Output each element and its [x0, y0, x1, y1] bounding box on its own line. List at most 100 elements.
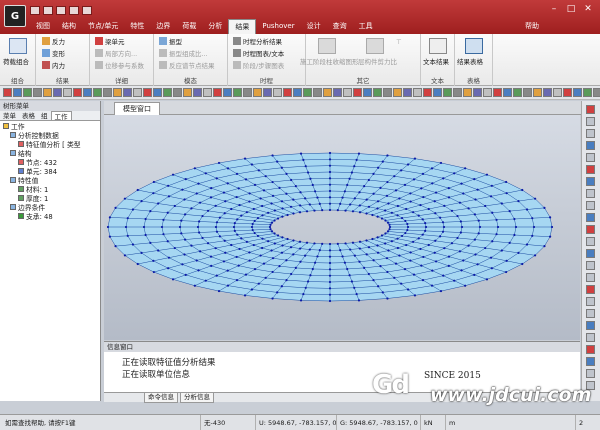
mesh-node[interactable] [462, 259, 465, 262]
mesh-node[interactable] [550, 225, 554, 229]
tab-5[interactable]: 荷载 [176, 19, 202, 34]
mesh-node[interactable] [308, 203, 311, 206]
mesh-node[interactable] [513, 233, 516, 237]
tab-work[interactable]: 工作 [50, 111, 72, 121]
mesh-node[interactable] [505, 180, 508, 184]
mesh-node[interactable] [305, 210, 309, 213]
mesh-node[interactable] [261, 246, 264, 250]
view-tool-icon[interactable] [586, 285, 595, 294]
mesh-node[interactable] [206, 209, 210, 212]
mesh-node[interactable] [108, 235, 111, 238]
mesh-node[interactable] [180, 219, 183, 222]
tab-command-info[interactable]: 命令信息 [144, 393, 178, 403]
mesh-node[interactable] [286, 213, 289, 217]
mesh-node[interactable] [328, 177, 332, 180]
mesh-node[interactable] [365, 212, 368, 215]
toolbar-tool-icon[interactable] [323, 88, 332, 97]
mesh-node[interactable] [152, 259, 155, 262]
view-tool-icon[interactable] [586, 225, 595, 234]
view-tool-icon[interactable] [586, 129, 595, 138]
extra-tool-icon[interactable]: ⊤ [396, 37, 402, 47]
mesh-node[interactable] [355, 158, 358, 162]
mesh-node[interactable] [215, 274, 218, 277]
mesh-node[interactable] [386, 270, 389, 274]
stage-chart-button[interactable]: 阶段/步骤图表 [233, 61, 284, 71]
toolbar-tool-icon[interactable] [223, 88, 232, 97]
mesh-node[interactable] [264, 175, 267, 178]
mesh-node[interactable] [393, 276, 396, 279]
mesh-node[interactable] [304, 286, 307, 289]
mesh-node[interactable] [152, 192, 155, 195]
mesh-node[interactable] [464, 284, 467, 287]
mesh-node[interactable] [214, 225, 218, 229]
mesh-node[interactable] [490, 267, 493, 270]
mesh-node[interactable] [214, 204, 217, 207]
mesh-node[interactable] [236, 218, 239, 221]
mesh-node[interactable] [245, 240, 248, 243]
mesh-node[interactable] [430, 167, 434, 170]
mesh-node[interactable] [336, 209, 339, 212]
mesh-node[interactable] [183, 198, 186, 201]
mesh-node[interactable] [236, 233, 239, 236]
undo-icon[interactable] [69, 6, 79, 15]
toolbar-tool-icon[interactable] [353, 88, 362, 97]
mesh-node[interactable] [167, 267, 170, 270]
mesh-node[interactable] [434, 239, 437, 242]
save-icon[interactable] [56, 6, 66, 15]
mesh-node[interactable] [149, 210, 152, 213]
mesh-node[interactable] [244, 178, 248, 181]
toolbar-tool-icon[interactable] [473, 88, 482, 97]
mesh-node[interactable] [431, 182, 434, 185]
mesh-node[interactable] [273, 232, 276, 235]
view-tool-icon[interactable] [586, 213, 595, 222]
mesh-node[interactable] [358, 240, 362, 243]
tree-item-work[interactable]: 工作 [3, 123, 25, 132]
tab-table[interactable]: 表格 [19, 111, 38, 120]
mesh-node[interactable] [462, 192, 465, 195]
mesh-node[interactable] [384, 232, 387, 235]
mesh-node[interactable] [328, 242, 332, 246]
mesh-node[interactable] [243, 294, 247, 297]
mesh-node[interactable] [193, 284, 196, 287]
mesh-node[interactable] [240, 214, 243, 217]
mesh-node[interactable] [371, 213, 374, 217]
mesh-node[interactable] [353, 286, 356, 289]
mesh-node[interactable] [232, 225, 236, 229]
mesh-node[interactable] [328, 261, 332, 265]
mesh-node[interactable] [484, 204, 487, 208]
mesh-node[interactable] [351, 210, 355, 213]
toolbar-tool-icon[interactable] [333, 88, 342, 97]
mesh-node[interactable] [531, 234, 534, 237]
mesh-node[interactable] [485, 278, 489, 281]
mesh-node[interactable] [250, 225, 254, 229]
mesh-node[interactable] [372, 259, 375, 262]
mesh-node[interactable] [262, 262, 266, 265]
mesh-node[interactable] [285, 192, 288, 195]
mesh-node[interactable] [240, 237, 243, 240]
mesh-node[interactable] [280, 200, 284, 203]
mesh-node[interactable] [491, 211, 494, 214]
mesh-node[interactable] [390, 211, 393, 214]
mesh-node[interactable] [289, 205, 293, 208]
mesh-node[interactable] [318, 202, 321, 205]
mesh-node[interactable] [422, 255, 425, 259]
mesh-node[interactable] [298, 240, 302, 243]
mesh-node[interactable] [447, 187, 450, 190]
mesh-node[interactable] [226, 182, 229, 185]
mesh-node[interactable] [372, 192, 375, 195]
mesh-node[interactable] [431, 269, 434, 272]
mesh-node[interactable] [299, 191, 302, 194]
mesh-node[interactable] [259, 254, 262, 257]
mesh-node[interactable] [257, 282, 260, 285]
mesh-node[interactable] [491, 240, 494, 243]
mesh-node[interactable] [388, 225, 392, 229]
mesh-node[interactable] [267, 240, 270, 243]
mesh-node[interactable] [259, 197, 262, 200]
toolbar-tool-icon[interactable] [123, 88, 132, 97]
mesh-node[interactable] [290, 178, 293, 182]
mesh-node[interactable] [230, 243, 233, 247]
mesh-node[interactable] [406, 225, 410, 229]
view-tool-icon[interactable] [586, 105, 595, 114]
story-shear-button[interactable]: 层构件剪力比 [358, 57, 397, 67]
mesh-node[interactable] [485, 173, 489, 176]
